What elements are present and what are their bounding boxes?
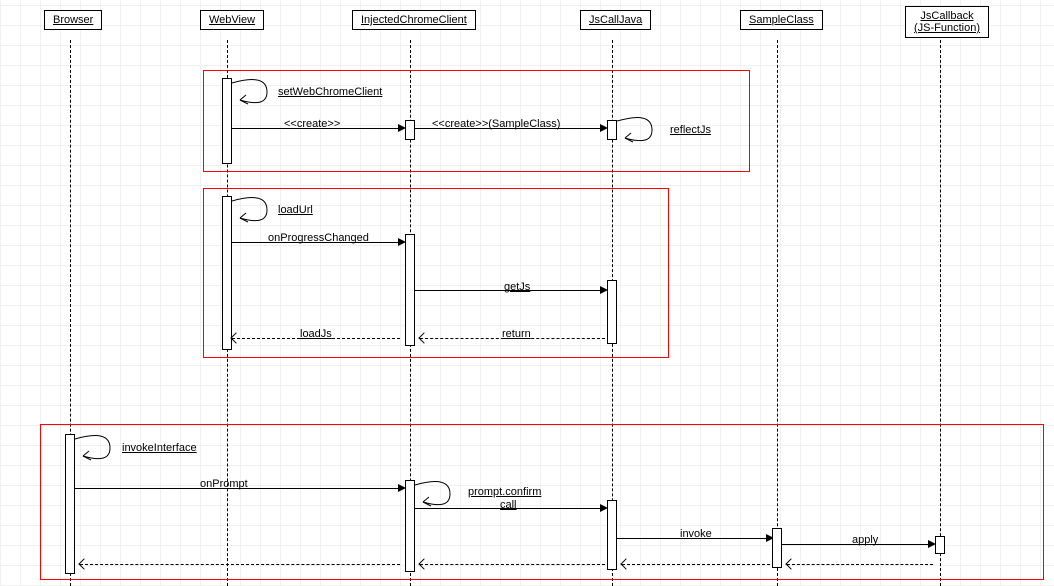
activation-jscalljava-3 — [607, 500, 617, 570]
label-onprogress: onProgressChanged — [268, 232, 369, 244]
participant-injected: InjectedChromeClient — [352, 10, 476, 30]
selfloop-invokeinterface — [75, 434, 115, 462]
label-reflectjs: reflectJs — [670, 124, 711, 136]
return-sampleclass — [787, 564, 933, 565]
label-return: return — [502, 328, 531, 340]
participant-webview: WebView — [200, 10, 264, 30]
participant-sampleclass: SampleClass — [740, 10, 823, 30]
activation-jscalljava-2 — [607, 280, 617, 344]
participant-jscallback: JsCallback (JS-Function) — [905, 6, 989, 38]
activation-injected-1 — [405, 120, 415, 140]
label-setwebchromeclient: setWebChromeClient — [278, 86, 382, 98]
label-loadurl: loadUrl — [278, 204, 313, 216]
label-invoke: invoke — [680, 528, 712, 540]
label-loadjs: loadJs — [300, 328, 332, 340]
activation-jscallback-3 — [935, 536, 945, 554]
return-injected — [420, 564, 605, 565]
frame-loadurl — [203, 188, 669, 358]
participant-jscalljava: JsCallJava — [580, 10, 651, 30]
activation-webview-2 — [222, 196, 232, 350]
activation-jscalljava-1 — [607, 120, 617, 140]
return-browser — [80, 564, 400, 565]
selfloop-promptconfirm — [415, 480, 455, 508]
label-create2: <<create>>(SampleClass) — [432, 118, 560, 130]
activation-injected-2 — [405, 234, 415, 346]
label-call: call — [500, 499, 517, 511]
label-apply: apply — [852, 534, 878, 546]
selfloop-loadurl — [232, 196, 272, 224]
label-onprompt: onPrompt — [200, 478, 248, 490]
activation-sampleclass-3 — [772, 528, 782, 568]
selfloop-reflectjs — [617, 116, 657, 144]
label-promptconfirm: prompt.confirm — [468, 486, 541, 498]
participant-browser: Browser — [44, 10, 102, 30]
label-invokeinterface: invokeInterface — [122, 442, 197, 454]
activation-webview-1 — [222, 78, 232, 164]
selfloop-setwebchromeclient — [232, 78, 272, 106]
return-jscalljava — [622, 564, 770, 565]
label-getjs: getJs — [504, 281, 530, 293]
activation-injected-3 — [405, 480, 415, 572]
label-create1: <<create>> — [284, 118, 340, 130]
activation-browser-3 — [65, 434, 75, 574]
